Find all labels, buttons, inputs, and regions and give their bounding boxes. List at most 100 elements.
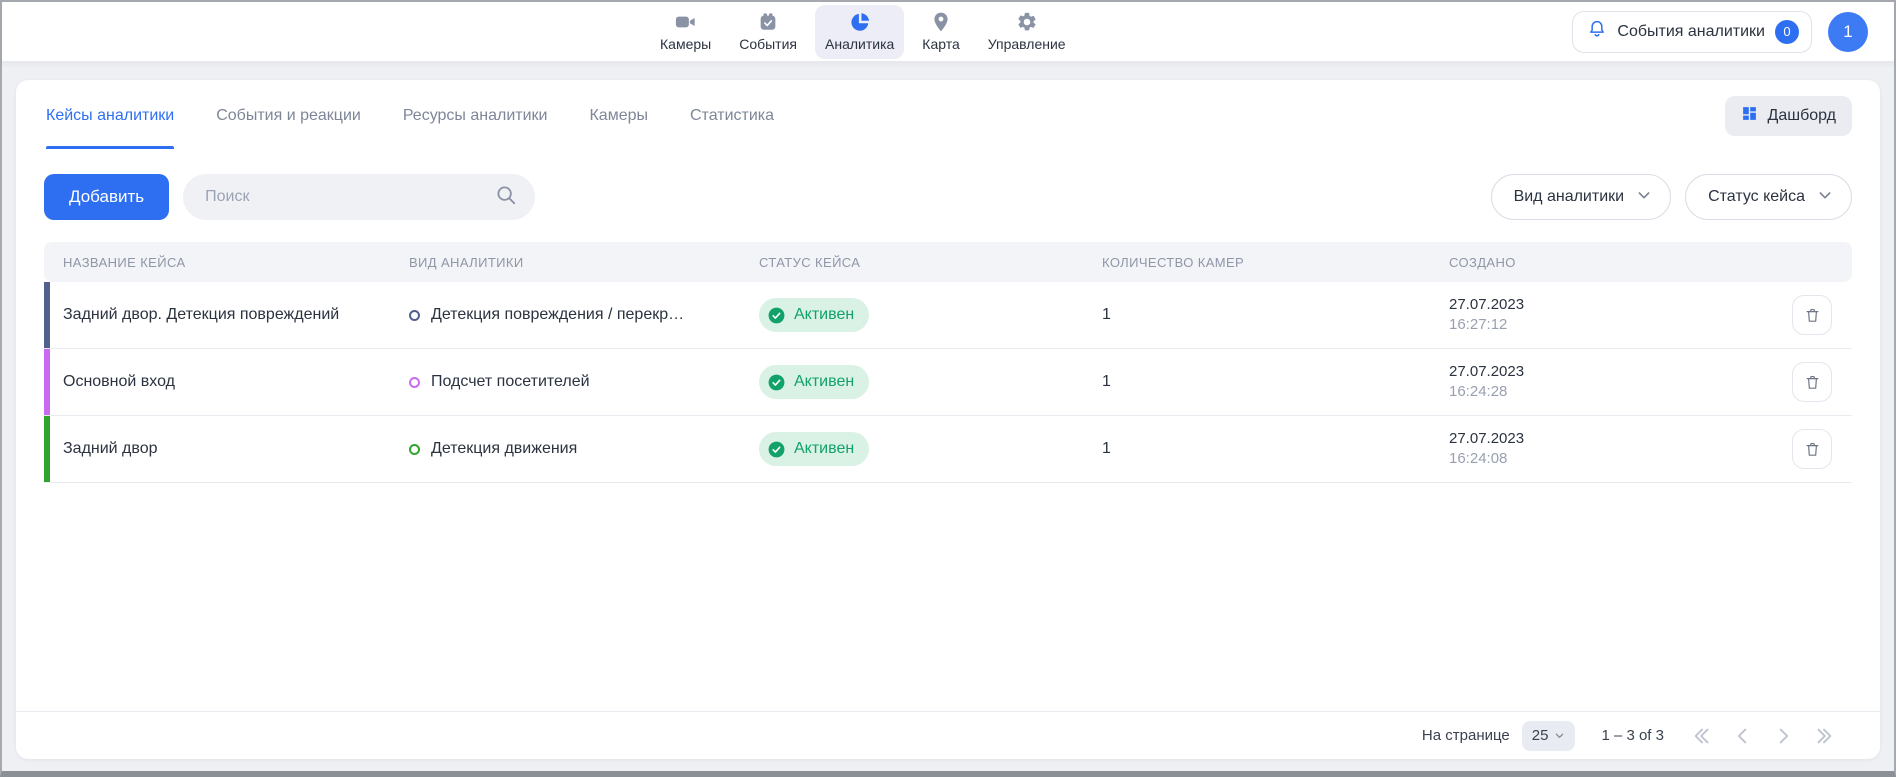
nav-label: Аналитика <box>825 36 894 52</box>
case-type-label: Детекция повреждения / перекр… <box>431 306 684 324</box>
tab-analytics-resources[interactable]: Ресурсы аналитики <box>403 83 548 149</box>
status-badge: Активен <box>759 365 869 399</box>
table-row[interactable]: Основной вход Подсчет посетителей Активе… <box>44 349 1852 416</box>
analytics-type-ring-icon <box>409 310 420 321</box>
nav-item-analytics[interactable]: Аналитика <box>815 5 904 59</box>
tab-list: Кейсы аналитики События и реакции Ресурс… <box>44 83 774 149</box>
tab-analytics-cases[interactable]: Кейсы аналитики <box>46 83 174 149</box>
created-date: 27.07.2023 <box>1449 295 1792 315</box>
bell-icon <box>1587 19 1607 44</box>
table-row[interactable]: Задний двор Детекция движения Активен 1 … <box>44 416 1852 483</box>
cases-table: НАЗВАНИЕ КЕЙСА ВИД АНАЛИТИКИ СТАТУС КЕЙС… <box>44 242 1852 483</box>
case-type-cell: Детекция повреждения / перекр… <box>409 306 759 324</box>
dashboard-button[interactable]: Дашборд <box>1725 96 1853 136</box>
case-status-filter-label: Статус кейса <box>1708 188 1805 206</box>
trash-icon <box>1804 374 1821 391</box>
dashboard-label: Дашборд <box>1768 107 1837 125</box>
analytics-pie-icon <box>849 11 871 33</box>
controls-row: Добавить Вид аналитики Статус кейса <box>44 174 1852 220</box>
case-type-cell: Подсчет посетителей <box>409 373 759 391</box>
double-chevron-left-icon <box>1692 725 1714 747</box>
search-box <box>183 174 535 220</box>
gear-icon <box>1016 11 1038 33</box>
chevron-down-icon <box>1817 187 1833 208</box>
case-type-label: Подсчет посетителей <box>431 373 590 391</box>
events-calendar-icon <box>757 11 779 33</box>
nav-label: Карта <box>922 36 959 52</box>
tab-cameras[interactable]: Камеры <box>589 83 648 149</box>
case-color-bar <box>44 349 50 415</box>
search-input[interactable] <box>205 188 495 206</box>
created-time: 16:24:08 <box>1449 449 1792 469</box>
case-type-label: Детекция движения <box>431 440 577 458</box>
map-pin-icon <box>930 11 952 33</box>
created-cell: 27.07.2023 16:24:28 <box>1449 362 1792 402</box>
header-right-group: События аналитики 0 1 <box>1572 11 1868 53</box>
analytics-type-filter[interactable]: Вид аналитики <box>1491 174 1672 220</box>
chevron-down-icon <box>1636 187 1652 208</box>
case-status-filter[interactable]: Статус кейса <box>1685 174 1852 220</box>
events-count-badge: 0 <box>1775 20 1799 44</box>
column-header-status: СТАТУС КЕЙСА <box>759 255 1102 270</box>
content-card: Кейсы аналитики События и реакции Ресурс… <box>16 80 1880 759</box>
tab-statistics[interactable]: Статистика <box>690 83 774 149</box>
user-avatar[interactable]: 1 <box>1828 12 1868 52</box>
status-badge: Активен <box>759 432 869 466</box>
dashboard-grid-icon <box>1741 105 1758 127</box>
case-status-cell: Активен <box>759 432 1102 466</box>
created-cell: 27.07.2023 16:24:08 <box>1449 429 1792 469</box>
delete-case-button[interactable] <box>1792 429 1832 469</box>
per-page-label: На странице <box>1422 727 1510 744</box>
pager-buttons <box>1690 723 1836 749</box>
created-time: 16:24:28 <box>1449 382 1792 402</box>
case-name: Задний двор. Детекция повреждений <box>63 306 409 324</box>
trash-icon <box>1804 307 1821 324</box>
case-type-cell: Детекция движения <box>409 440 759 458</box>
trash-icon <box>1804 441 1821 458</box>
per-page-group: На странице 25 <box>1422 721 1576 751</box>
main-nav: Камеры События Аналитика Карта Управлени… <box>650 2 1076 61</box>
analytics-events-button[interactable]: События аналитики 0 <box>1572 11 1812 53</box>
chevron-left-icon <box>1732 725 1754 747</box>
nav-item-events[interactable]: События <box>729 5 807 59</box>
last-page-button[interactable] <box>1810 723 1836 749</box>
column-header-created: СОЗДАНО <box>1449 255 1792 270</box>
chevron-right-icon <box>1772 725 1794 747</box>
column-header-name: НАЗВАНИЕ КЕЙСА <box>63 255 409 270</box>
delete-case-button[interactable] <box>1792 362 1832 402</box>
camera-count: 1 <box>1102 440 1449 458</box>
table-row[interactable]: Задний двор. Детекция повреждений Детекц… <box>44 282 1852 349</box>
status-label: Активен <box>794 373 854 391</box>
column-header-cameras: КОЛИЧЕСТВО КАМЕР <box>1102 255 1449 270</box>
check-circle-icon <box>767 440 786 459</box>
first-page-button[interactable] <box>1690 723 1716 749</box>
camera-count: 1 <box>1102 373 1449 391</box>
previous-page-button[interactable] <box>1730 723 1756 749</box>
next-page-button[interactable] <box>1770 723 1796 749</box>
table-header-row: НАЗВАНИЕ КЕЙСА ВИД АНАЛИТИКИ СТАТУС КЕЙС… <box>44 242 1852 282</box>
nav-item-map[interactable]: Карта <box>912 5 969 59</box>
case-color-bar <box>44 416 50 482</box>
nav-item-cameras[interactable]: Камеры <box>650 5 721 59</box>
status-label: Активен <box>794 440 854 458</box>
per-page-select[interactable]: 25 <box>1522 721 1576 751</box>
tab-events-reactions[interactable]: События и реакции <box>216 83 361 149</box>
nav-item-management[interactable]: Управление <box>978 5 1076 59</box>
pagination-range: 1 – 3 of 3 <box>1601 727 1664 744</box>
search-icon[interactable] <box>495 184 517 211</box>
delete-case-button[interactable] <box>1792 295 1832 335</box>
created-date: 27.07.2023 <box>1449 362 1792 382</box>
status-badge: Активен <box>759 298 869 332</box>
created-cell: 27.07.2023 16:27:12 <box>1449 295 1792 335</box>
case-name: Задний двор <box>63 440 409 458</box>
check-circle-icon <box>767 373 786 392</box>
created-time: 16:27:12 <box>1449 315 1792 335</box>
status-label: Активен <box>794 306 854 324</box>
case-status-cell: Активен <box>759 298 1102 332</box>
case-status-cell: Активен <box>759 365 1102 399</box>
filters-group: Вид аналитики Статус кейса <box>1491 174 1852 220</box>
add-button[interactable]: Добавить <box>44 174 169 220</box>
analytics-type-filter-label: Вид аналитики <box>1514 188 1625 206</box>
check-circle-icon <box>767 306 786 325</box>
analytics-events-label: События аналитики <box>1617 23 1765 41</box>
